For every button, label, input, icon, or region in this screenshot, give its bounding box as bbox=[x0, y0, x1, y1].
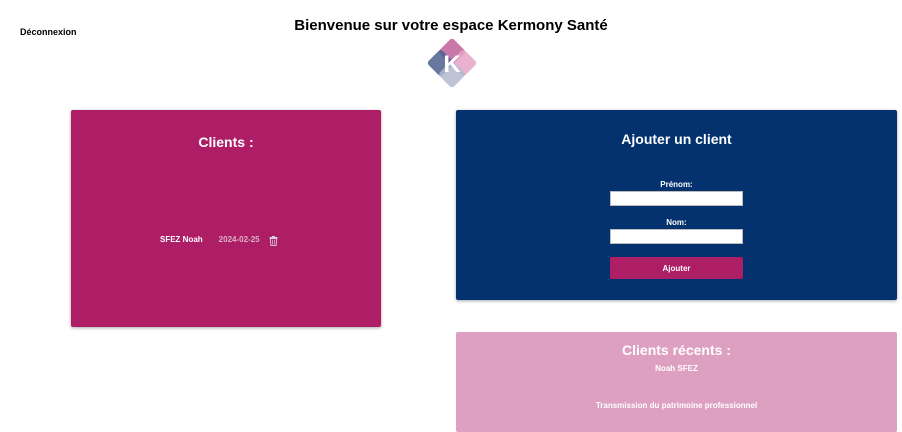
first-name-label: Prénom: bbox=[456, 180, 897, 189]
kermony-logo: K bbox=[426, 37, 478, 89]
clients-panel-title: Clients : bbox=[71, 134, 381, 150]
recent-clients-panel: Clients récents : Noah SFEZ Transmission… bbox=[456, 332, 897, 432]
page-title: Bienvenue sur votre espace Kermony Santé bbox=[0, 17, 902, 34]
add-client-panel: Ajouter un client Prénom: Nom: Ajouter bbox=[456, 110, 897, 300]
client-list-item: SFEZ Noah 2024-02-25 bbox=[160, 232, 278, 246]
client-name[interactable]: SFEZ Noah bbox=[160, 235, 203, 244]
clients-panel: Clients : SFEZ Noah 2024-02-25 bbox=[71, 110, 381, 327]
recent-clients-title: Clients récents : bbox=[456, 342, 897, 358]
recent-client-name[interactable]: Noah SFEZ bbox=[456, 364, 897, 373]
last-name-label: Nom: bbox=[456, 218, 897, 227]
client-date: 2024-02-25 bbox=[219, 235, 260, 244]
trash-icon[interactable] bbox=[269, 236, 278, 246]
recent-client-subject: Transmission du patrimoine professionnel bbox=[456, 401, 897, 410]
last-name-input[interactable] bbox=[610, 229, 743, 244]
add-client-button[interactable]: Ajouter bbox=[610, 257, 743, 279]
first-name-input[interactable] bbox=[610, 191, 743, 206]
add-client-title: Ajouter un client bbox=[456, 131, 897, 147]
logo-letter: K bbox=[443, 51, 461, 78]
